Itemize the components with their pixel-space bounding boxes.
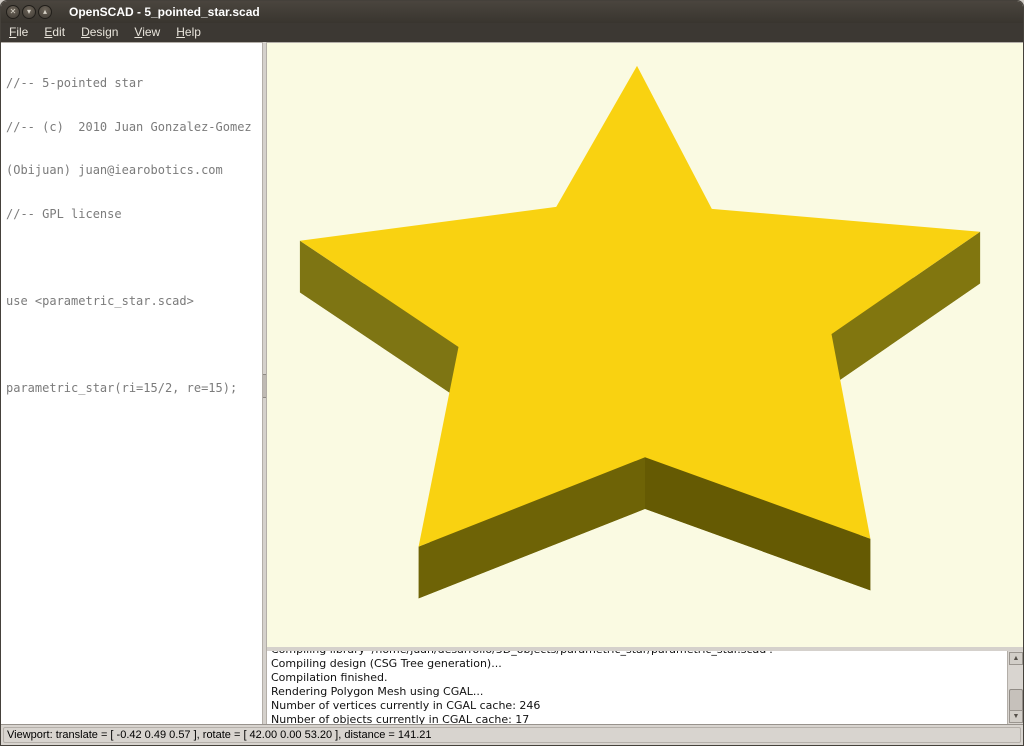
- console-line: Compilation finished.: [271, 671, 1003, 685]
- menu-edit[interactable]: Edit: [36, 23, 73, 42]
- code-line: (Obijuan) juan@iearobotics.com: [6, 163, 262, 178]
- close-icon: ✕: [10, 7, 17, 16]
- code-line: //-- GPL license: [6, 207, 262, 222]
- titlebar[interactable]: ✕ ▾ ▴ OpenSCAD - 5_pointed_star.scad: [1, 1, 1023, 23]
- minimize-icon: ▾: [27, 7, 31, 16]
- menu-file[interactable]: File: [1, 23, 36, 42]
- scroll-up-button[interactable]: ▲: [1009, 652, 1023, 665]
- code-editor[interactable]: //-- 5-pointed star //-- (c) 2010 Juan G…: [1, 42, 262, 724]
- statusbar: Viewport: translate = [ -0.42 0.49 0.57 …: [1, 724, 1023, 745]
- splitter-handle[interactable]: [263, 374, 266, 398]
- openscad-window: ✕ ▾ ▴ OpenSCAD - 5_pointed_star.scad Fil…: [0, 0, 1024, 746]
- maximize-icon: ▴: [43, 7, 47, 16]
- menu-help[interactable]: Help: [168, 23, 209, 42]
- console-line: Number of vertices currently in CGAL cac…: [271, 699, 1003, 713]
- code-line: parametric_star(ri=15/2, re=15);: [6, 381, 262, 396]
- arrow-down-icon: ▼: [1013, 713, 1020, 720]
- 3d-viewport[interactable]: [267, 42, 1023, 647]
- maximize-button[interactable]: ▴: [38, 5, 52, 19]
- menubar: File Edit Design View Help: [1, 23, 1023, 42]
- console-lines: Compiling library '/home/juan/desarrollo…: [271, 647, 1003, 724]
- right-column: Compiling library '/home/juan/desarrollo…: [267, 42, 1023, 724]
- console-line: Number of objects currently in CGAL cach…: [271, 713, 1003, 724]
- viewport-status-text: Viewport: translate = [ -0.42 0.49 0.57 …: [3, 727, 1021, 743]
- window-title: OpenSCAD - 5_pointed_star.scad: [69, 1, 260, 23]
- code-line: use <parametric_star.scad>: [6, 294, 262, 309]
- arrow-up-icon: ▲: [1013, 655, 1020, 662]
- minimize-button[interactable]: ▾: [22, 5, 36, 19]
- scroll-down-button[interactable]: ▼: [1009, 710, 1023, 723]
- star-render: [267, 43, 1023, 647]
- console-line: Compiling library '/home/juan/desarrollo…: [271, 647, 1003, 657]
- console-output[interactable]: Compiling library '/home/juan/desarrollo…: [267, 647, 1023, 724]
- console-line: Compiling design (CSG Tree generation)..…: [271, 657, 1003, 671]
- code-line: [6, 337, 262, 352]
- code-line: //-- 5-pointed star: [6, 76, 262, 91]
- console-scrollbar[interactable]: ▲ ▼: [1007, 651, 1023, 724]
- close-button[interactable]: ✕: [6, 5, 20, 19]
- console-line: Rendering Polygon Mesh using CGAL...: [271, 685, 1003, 699]
- menu-view[interactable]: View: [126, 23, 168, 42]
- code-line: [6, 250, 262, 265]
- menu-design[interactable]: Design: [73, 23, 126, 42]
- code-line: //-- (c) 2010 Juan Gonzalez-Gomez: [6, 120, 262, 135]
